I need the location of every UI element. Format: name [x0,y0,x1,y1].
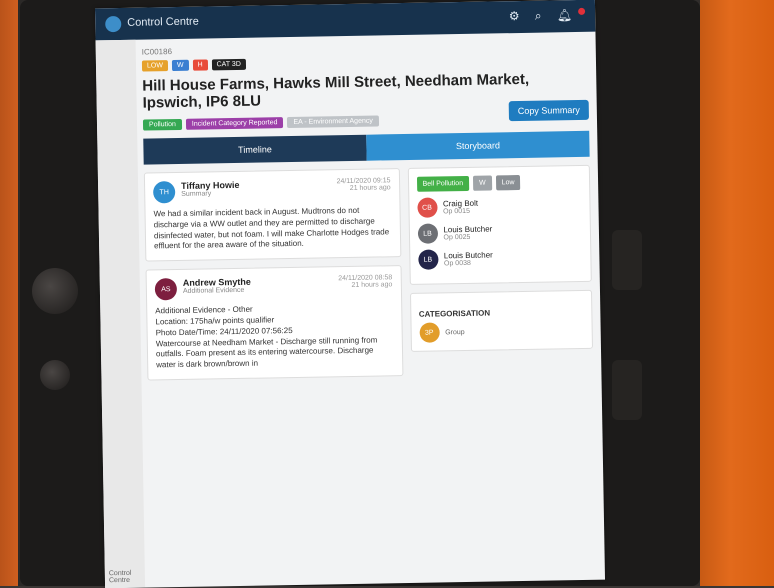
avatar: AS [154,278,178,301]
settings-icon[interactable]: ⚙ [509,9,526,23]
bell-icon[interactable]: 🔔︎ [557,7,586,22]
incident-tag: EA - Environment Agency [287,115,379,129]
priority-chip: W [171,59,189,72]
priority-chip: LOW [141,60,169,72]
entry-author: Andrew Smythe Additional Evidence [183,277,251,295]
entry-header: AS Andrew Smythe Additional Evidence 24/11/… [154,274,393,301]
entry-ago: 21 hours ago [351,281,393,290]
case-knob [40,360,70,390]
sidebar: Control Centre [95,39,146,588]
search-icon[interactable]: ⌕ [535,9,548,23]
person-name: Louis Butcher [443,250,493,261]
entry-meta: 24/11/2020 08:58 21 hours ago [338,274,392,289]
app-title: Control Centre [127,15,199,29]
tablet-screen: Control Centre ⚙ ⌕ 🔔︎ Control Centre IC0… [94,0,606,588]
storyboard-chips: Bell Pollution W Low [416,174,581,192]
person-name: Louis Butcher [443,224,493,235]
avatar: LB [417,223,438,244]
tab-storyboard[interactable]: Storyboard [366,130,590,161]
storyboard-chip: Low [495,175,521,191]
storyboard-panel: Bell Pollution W Low CB Craig Bolt Op 0015 LB… [407,164,593,384]
person-info: Louis Butcher Op 0038 [444,251,493,268]
copy-summary-button[interactable]: Copy Summary [508,99,589,122]
author-role: Summary [181,190,212,198]
assigned-person[interactable]: LB Louis Butcher Op 0025 [417,221,582,244]
case-knob [32,268,78,314]
category-row: 3P Group [419,320,584,343]
timeline-entry: AS Andrew Smythe Additional Evidence 24/11/… [145,265,403,381]
incident-tag: Incident Category Reported [185,117,284,130]
category-text: Group [445,328,465,336]
entry-body: We had a similar incident back in August… [153,205,390,251]
timeline-panel: TH Tiffany Howie Summary 24/11/2020 09:15 21… [143,168,403,388]
assigned-person[interactable]: LB Louis Butcher Op 0038 [417,247,583,270]
assigned-person[interactable]: CB Craig Bolt Op 0015 [416,195,582,218]
entry-body: Additional Evidence - Other Location: 17… [155,304,378,370]
content-area: TH Tiffany Howie Summary 24/11/2020 09:15 21… [143,164,594,389]
category-badge: 3P [419,322,440,343]
app-logo-icon [105,15,122,33]
priority-chip: H [192,59,208,71]
entry-header: TH Tiffany Howie Summary 24/11/2020 09:15 21… [153,177,391,204]
person-name: Craig Bolt [442,198,479,209]
entry-meta: 24/11/2020 09:15 21 hours ago [336,177,390,192]
orange-strap-left [0,0,18,586]
hardware-button [612,360,642,420]
orange-strap-right [700,0,774,586]
storyboard-people: CB Craig Bolt Op 0015 LB Louis Butcher Op 002… [416,195,583,270]
storyboard-card: Bell Pollution W Low CB Craig Bolt Op 0015 LB… [407,164,592,285]
categorisation-card: CATEGORISATION 3P Group [409,289,593,352]
storyboard-chip: Bell Pollution [416,175,470,192]
storyboard-chip: W [472,175,492,191]
avatar: LB [417,249,439,270]
incident-tag: Pollution [142,118,182,131]
person-info: Louis Butcher Op 0025 [443,225,492,242]
notification-dot [578,7,586,15]
entry-author: Tiffany Howie Summary [181,180,240,198]
author-name: Tiffany Howie [181,179,240,191]
tab-bar: Timeline Storyboard [143,130,590,165]
avatar: TH [153,181,176,204]
priority-chip: CAT 3D [211,58,246,71]
tab-timeline[interactable]: Timeline [143,134,367,165]
categorisation-title: CATEGORISATION [418,308,491,319]
timeline-entry: TH Tiffany Howie Summary 24/11/2020 09:15 21… [143,168,401,262]
sidebar-caption: Control Centre [108,569,132,585]
author-role: Additional Evidence [182,287,245,296]
hardware-button [612,230,642,290]
avatar: CB [416,197,438,218]
incident-chips: LOW W H CAT 3D [141,53,588,72]
topbar-icons: ⚙ ⌕ 🔔︎ [509,7,586,24]
person-sub: Op 0015 [443,207,470,216]
entry-ago: 21 hours ago [349,184,391,192]
person-sub: Op 0038 [443,259,471,268]
person-info: Craig Bolt Op 0015 [443,199,478,216]
person-sub: Op 0025 [443,233,471,242]
incident-main: IC00186 LOW W H CAT 3D Hill House Farms, Ha… [142,40,597,584]
